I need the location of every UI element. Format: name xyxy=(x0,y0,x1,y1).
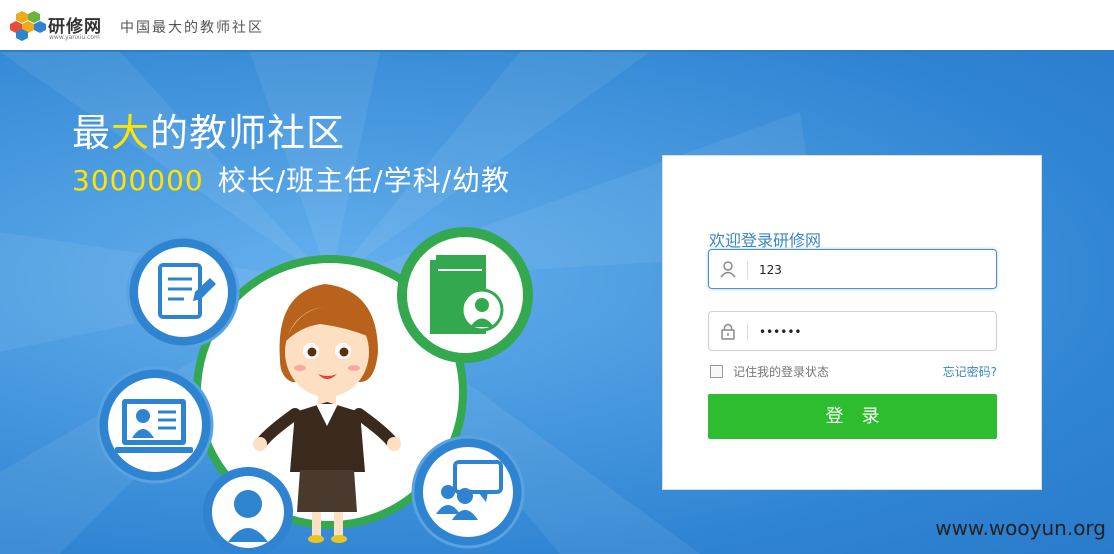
forgot-password-link[interactable]: 忘记密码? xyxy=(943,363,997,380)
book-icon xyxy=(397,227,533,363)
login-panel: 欢迎登录研修网 123 •••••• 记住我的登录状态 忘记密码? 登 录 xyxy=(662,155,1042,490)
remember-me[interactable]: 记住我的登录状态 xyxy=(710,363,829,380)
username-value[interactable]: 123 xyxy=(759,263,782,277)
document-icon xyxy=(126,235,240,349)
discussion-icon xyxy=(411,435,525,549)
hero-banner: 最大的教师社区 3000000 校长/班主任/学科/幼教 欢迎登录研修网 123… xyxy=(0,52,1114,554)
field-separator xyxy=(747,323,748,341)
remember-label[interactable]: 记住我的登录状态 xyxy=(733,365,829,379)
username-field[interactable]: 123 xyxy=(708,249,997,289)
support-agent-icon xyxy=(203,467,293,554)
logo-domain: www.yanxiu.com xyxy=(49,34,100,41)
watermark: www.wooyun.org xyxy=(935,516,1106,540)
top-header: 研修网 www.yanxiu.com 中国最大的教师社区 xyxy=(0,0,1114,52)
field-separator xyxy=(747,261,748,279)
remember-checkbox[interactable] xyxy=(710,365,723,378)
hero-illustration xyxy=(96,227,533,554)
password-field[interactable]: •••••• xyxy=(708,311,997,351)
site-logo-icon[interactable] xyxy=(8,10,48,42)
user-icon xyxy=(720,261,736,278)
password-value[interactable]: •••••• xyxy=(759,325,801,339)
login-button[interactable]: 登 录 xyxy=(708,394,997,439)
login-welcome-title: 欢迎登录研修网 xyxy=(709,231,822,250)
header-slogan: 中国最大的教师社区 xyxy=(120,20,264,36)
lock-icon xyxy=(721,323,735,340)
teacher-screen-icon xyxy=(96,366,214,484)
